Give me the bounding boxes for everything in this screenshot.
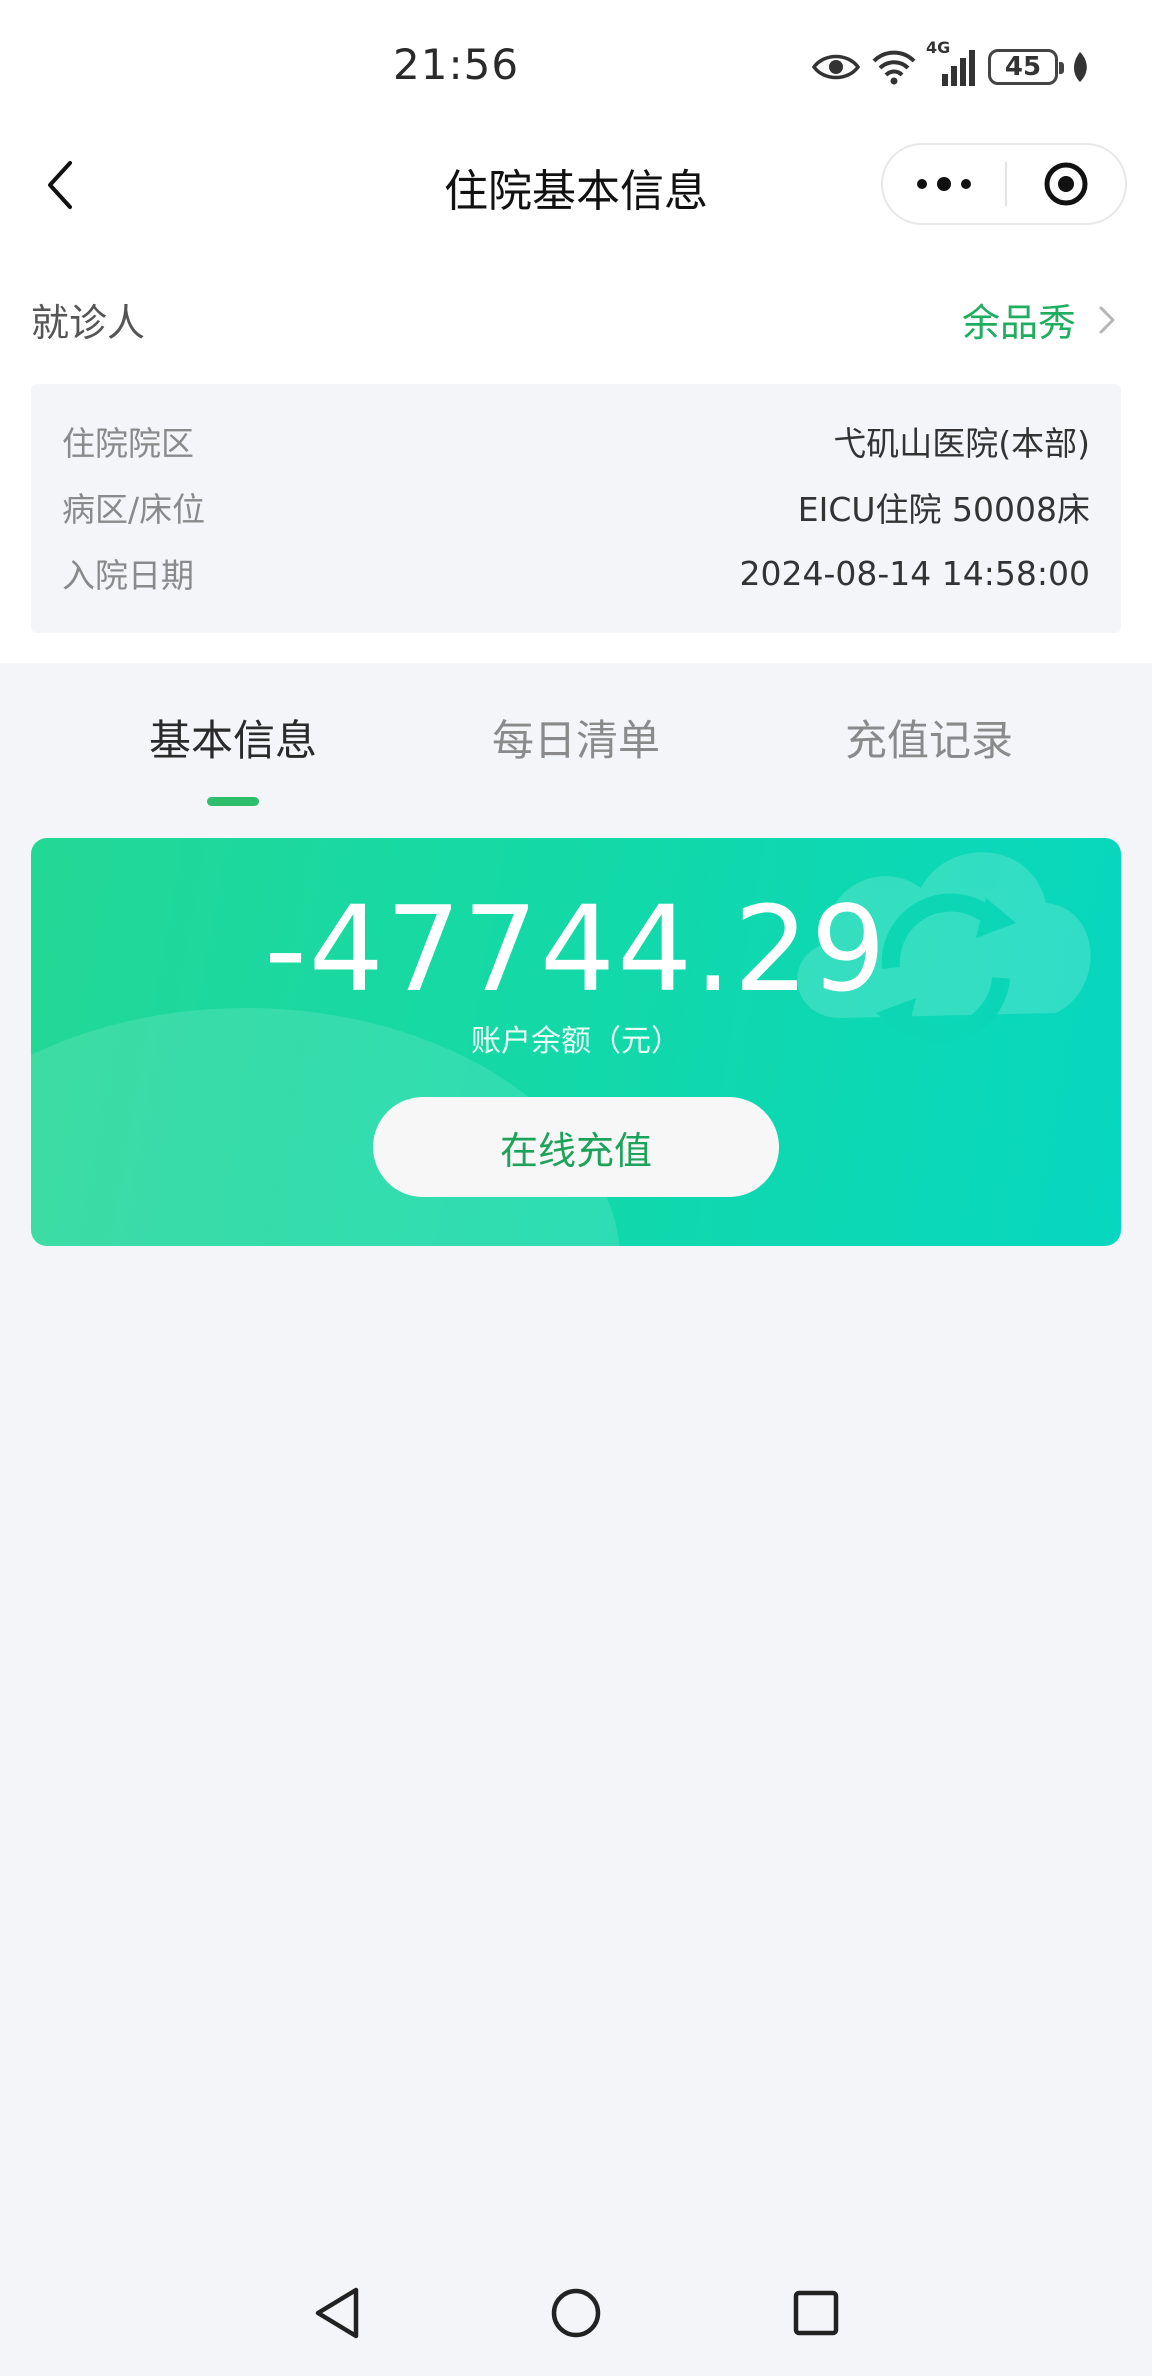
- info-row-campus: 住院院区 弋矶山医院(本部): [62, 408, 1090, 474]
- active-tab-indicator: [207, 797, 259, 806]
- patient-name: 余品秀: [961, 301, 1076, 345]
- balance-amount: -47744.29: [264, 880, 888, 1018]
- info-value: EICU住院 50008床: [797, 490, 1090, 529]
- system-home-button[interactable]: [541, 2278, 611, 2348]
- online-recharge-button[interactable]: 在线充值: [373, 1097, 779, 1197]
- tab-recharge-records[interactable]: 充值记录: [799, 707, 1059, 768]
- eye-icon: [812, 51, 860, 83]
- hospitalization-info-card: 住院院区 弋矶山医院(本部) 病区/床位 EICU住院 50008床 入院日期 …: [31, 384, 1121, 633]
- system-recents-button[interactable]: [781, 2278, 851, 2348]
- home-circle-icon: [551, 2288, 601, 2338]
- patient-selector[interactable]: 余品秀: [962, 292, 1116, 347]
- back-triangle-icon: [315, 2287, 359, 2339]
- more-dots-icon: [917, 177, 971, 191]
- status-bar: 21:56 4G 45: [0, 0, 1152, 135]
- info-row-ward-bed: 病区/床位 EICU住院 50008床: [62, 474, 1090, 540]
- info-value: 弋矶山医院(本部): [833, 424, 1090, 463]
- leaf-icon: [1070, 50, 1090, 84]
- patient-row[interactable]: 就诊人 余品秀: [0, 270, 1152, 366]
- patient-label: 就诊人: [31, 301, 146, 345]
- close-button[interactable]: [1007, 145, 1125, 223]
- wifi-icon: [872, 49, 916, 85]
- tab-bar: 基本信息 每日清单 充值记录: [0, 663, 1152, 813]
- info-label: 住院院区: [62, 424, 194, 463]
- info-value: 2024-08-14 14:58:00: [739, 553, 1090, 593]
- balance-card: -47744.29 账户余额（元） 在线充值: [31, 838, 1121, 1246]
- tab-basic-info[interactable]: 基本信息: [103, 707, 363, 768]
- info-label: 病区/床位: [62, 490, 206, 529]
- page: 21:56 4G 45 住院基本信息 就诊人 余品秀 住院院区 弋矶山医院(本部…: [0, 0, 1152, 2376]
- nav-bar: 住院基本信息: [0, 135, 1152, 235]
- battery-icon: 45: [988, 49, 1064, 85]
- signal-icon: 4G: [926, 38, 976, 90]
- system-back-button[interactable]: [302, 2278, 372, 2348]
- chevron-right-icon: [1099, 306, 1115, 333]
- recents-square-icon: [793, 2290, 839, 2336]
- status-time: 21:56: [393, 40, 520, 89]
- system-nav-bar: [0, 2258, 1152, 2376]
- more-button[interactable]: [883, 145, 1005, 223]
- info-label: 入院日期: [62, 556, 194, 595]
- info-row-admission-date: 入院日期 2024-08-14 14:58:00: [62, 540, 1090, 606]
- mini-program-capsule: [881, 143, 1127, 225]
- status-icons: 4G 45: [812, 38, 1090, 90]
- tab-daily-list[interactable]: 每日清单: [446, 707, 706, 768]
- target-close-icon: [1044, 162, 1088, 206]
- balance-label: 账户余额（元）: [471, 1024, 681, 1059]
